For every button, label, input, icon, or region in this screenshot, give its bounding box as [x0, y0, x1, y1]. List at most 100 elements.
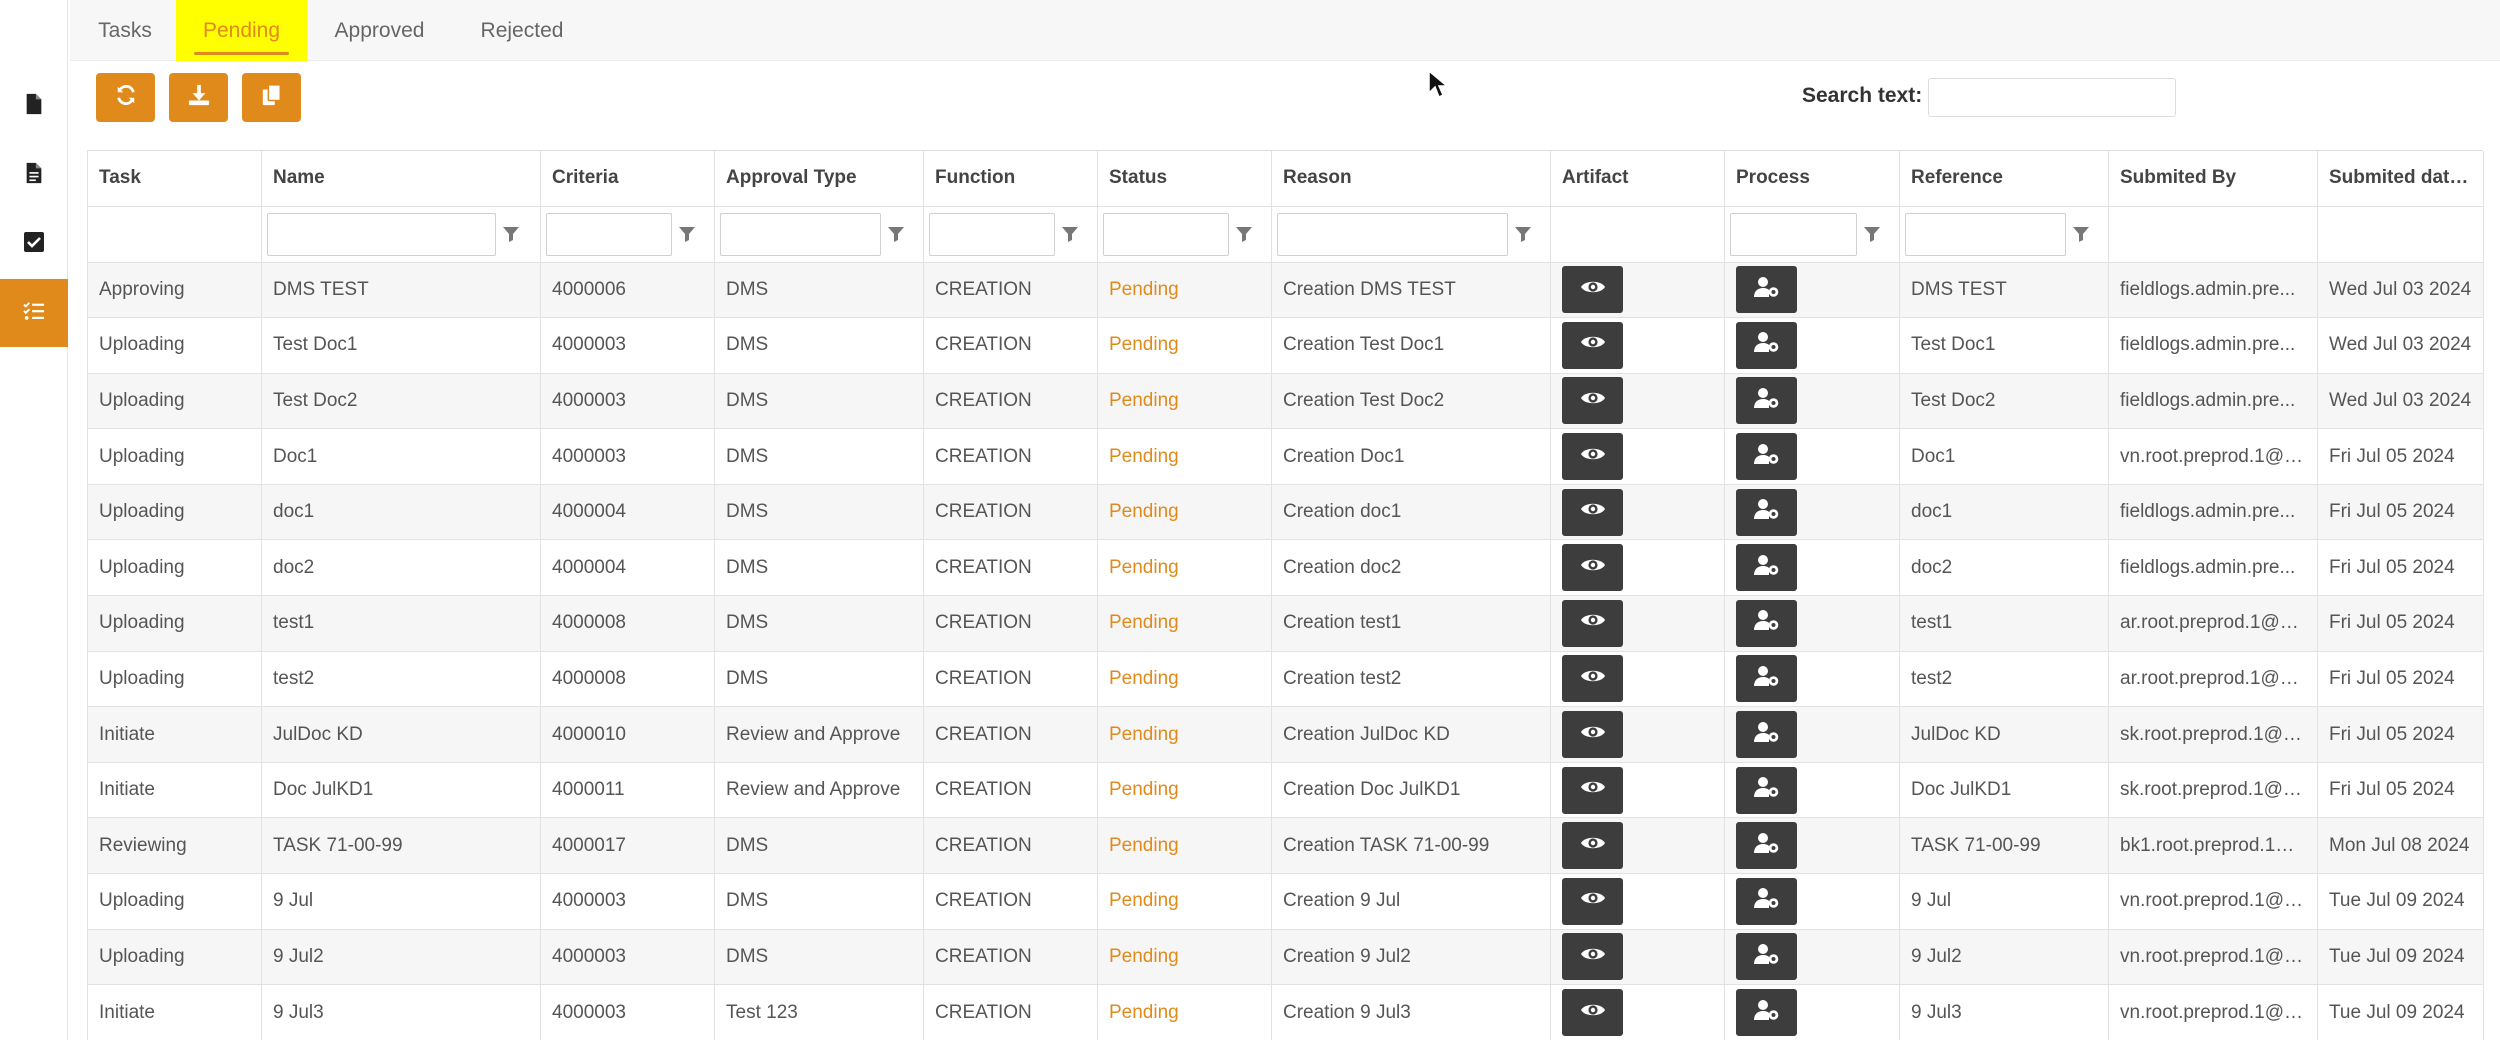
filter-icon[interactable] [1514, 225, 1532, 243]
view-artifact-button[interactable] [1562, 989, 1623, 1037]
column-header-reference[interactable]: Reference [1899, 151, 2109, 207]
column-header-name[interactable]: Name [261, 151, 541, 207]
column-header-submited-date[interactable]: Submited date... [2317, 151, 2484, 207]
table-row[interactable]: Initiate 9 Jul3 4000003 Test 123 CREATION Pen… [87, 984, 2484, 1040]
cell-approval-type: DMS [714, 262, 924, 319]
column-header-task[interactable]: Task [87, 151, 262, 207]
header-row: Task Name Criteria Approval Type Functio… [87, 151, 2484, 207]
process-button[interactable] [1736, 877, 1797, 925]
status-filter-input[interactable] [1103, 212, 1229, 256]
view-artifact-button[interactable] [1562, 377, 1623, 425]
tab-approved[interactable]: Approved [307, 0, 452, 61]
cell-criteria: 4000008 [540, 595, 715, 652]
filter-icon[interactable] [2072, 225, 2090, 243]
artifact-cell [1550, 484, 1725, 541]
cell-approval-type: Test 123 [714, 984, 924, 1040]
column-header-submited-by[interactable]: Submited By [2108, 151, 2318, 207]
sidebar-item-approvals[interactable] [0, 210, 68, 278]
eye-icon [1580, 443, 1606, 471]
sidebar-item-reports[interactable] [0, 141, 68, 209]
view-artifact-button[interactable] [1562, 766, 1623, 814]
search-input[interactable] [1928, 78, 2176, 117]
function-filter-input[interactable] [929, 212, 1055, 256]
process-filter-input[interactable] [1730, 212, 1857, 256]
tab-tasks[interactable]: Tasks [72, 0, 178, 61]
tab-pending[interactable]: Pending [176, 0, 307, 61]
table-row[interactable]: Reviewing TASK 71-00-99 4000017 DMS CREATION… [87, 817, 2484, 875]
column-header-artifact[interactable]: Artifact [1550, 151, 1725, 207]
process-button[interactable] [1736, 377, 1797, 425]
artifact-cell [1550, 929, 1725, 986]
download-button[interactable] [169, 73, 228, 122]
process-button[interactable] [1736, 711, 1797, 759]
cell-task: Initiate [87, 762, 262, 819]
table-row[interactable]: Uploading Test Doc2 4000003 DMS CREATION Pend… [87, 373, 2484, 430]
tab-rejected[interactable]: Rejected [452, 0, 592, 61]
criteria-filter-input[interactable] [546, 212, 672, 256]
refresh-button[interactable] [96, 73, 155, 122]
cell-task: Uploading [87, 651, 262, 708]
table-row[interactable]: Initiate Doc JulKD1 4000011 Review and Appr… [87, 762, 2484, 819]
cell-status: Pending [1097, 873, 1272, 930]
cell-name: doc2 [261, 539, 541, 597]
process-button[interactable] [1736, 433, 1797, 481]
table-row[interactable]: Uploading Doc1 4000003 DMS CREATION Pending Cr… [87, 428, 2484, 485]
view-artifact-button[interactable] [1562, 321, 1623, 369]
filter-icon[interactable] [502, 225, 520, 243]
reference-filter-input[interactable] [1905, 212, 2066, 256]
approval-type-filter-input[interactable] [720, 212, 881, 256]
filter-icon[interactable] [1235, 225, 1253, 243]
view-artifact-button[interactable] [1562, 877, 1623, 925]
column-header-approval-type[interactable]: Approval Type [714, 151, 924, 207]
process-button[interactable] [1736, 599, 1797, 647]
cell-criteria: 4000017 [540, 817, 715, 875]
reason-filter-input[interactable] [1277, 212, 1508, 256]
table-row[interactable]: Uploading 9 Jul 4000003 DMS CREATION Pending C… [87, 873, 2484, 930]
column-header-process[interactable]: Process [1724, 151, 1900, 207]
filter-icon[interactable] [678, 225, 696, 243]
view-artifact-button[interactable] [1562, 599, 1623, 647]
sidebar-item-tasks[interactable] [0, 279, 68, 347]
view-artifact-button[interactable] [1562, 544, 1623, 592]
view-artifact-button[interactable] [1562, 822, 1623, 870]
copy-button[interactable] [242, 73, 301, 122]
column-header-function[interactable]: Function [923, 151, 1098, 207]
table-row[interactable]: Uploading 9 Jul2 4000003 DMS CREATION Pending… [87, 929, 2484, 986]
column-header-status[interactable]: Status [1097, 151, 1272, 207]
cell-reason: Creation test2 [1271, 651, 1551, 708]
sidebar-item-documents[interactable] [0, 72, 68, 140]
table-row[interactable]: Uploading doc1 4000004 DMS CREATION Pending Cr… [87, 484, 2484, 541]
column-header-criteria[interactable]: Criteria [540, 151, 715, 207]
view-artifact-button[interactable] [1562, 655, 1623, 703]
view-artifact-button[interactable] [1562, 933, 1623, 981]
process-button[interactable] [1736, 266, 1797, 314]
table-row[interactable]: Approving DMS TEST 4000006 DMS CREATION Pendi… [87, 262, 2484, 319]
cell-function: CREATION [923, 984, 1098, 1040]
cell-task: Uploading [87, 317, 262, 374]
name-filter-input[interactable] [267, 212, 496, 256]
table-row[interactable]: Uploading Test Doc1 4000003 DMS CREATION Pend… [87, 317, 2484, 374]
artifact-cell [1550, 539, 1725, 597]
table-row[interactable]: Uploading test2 4000008 DMS CREATION Pending C… [87, 651, 2484, 708]
filter-icon[interactable] [1863, 225, 1881, 243]
column-header-reason[interactable]: Reason [1271, 151, 1551, 207]
view-artifact-button[interactable] [1562, 488, 1623, 536]
process-button[interactable] [1736, 655, 1797, 703]
process-button[interactable] [1736, 989, 1797, 1037]
table-row[interactable]: Uploading test1 4000008 DMS CREATION Pending C… [87, 595, 2484, 652]
process-button[interactable] [1736, 321, 1797, 369]
filter-icon[interactable] [887, 225, 905, 243]
filter-icon[interactable] [1061, 225, 1079, 243]
view-artifact-button[interactable] [1562, 433, 1623, 481]
cell-approval-type: DMS [714, 484, 924, 541]
table-row[interactable]: Uploading doc2 4000004 DMS CREATION Pending Cr… [87, 539, 2484, 597]
view-artifact-button[interactable] [1562, 266, 1623, 314]
process-button[interactable] [1736, 488, 1797, 536]
cell-approval-type: DMS [714, 651, 924, 708]
view-artifact-button[interactable] [1562, 711, 1623, 759]
process-button[interactable] [1736, 822, 1797, 870]
process-button[interactable] [1736, 933, 1797, 981]
process-button[interactable] [1736, 544, 1797, 592]
table-row[interactable]: Initiate JulDoc KD 4000010 Review and Appro… [87, 706, 2484, 763]
process-button[interactable] [1736, 766, 1797, 814]
